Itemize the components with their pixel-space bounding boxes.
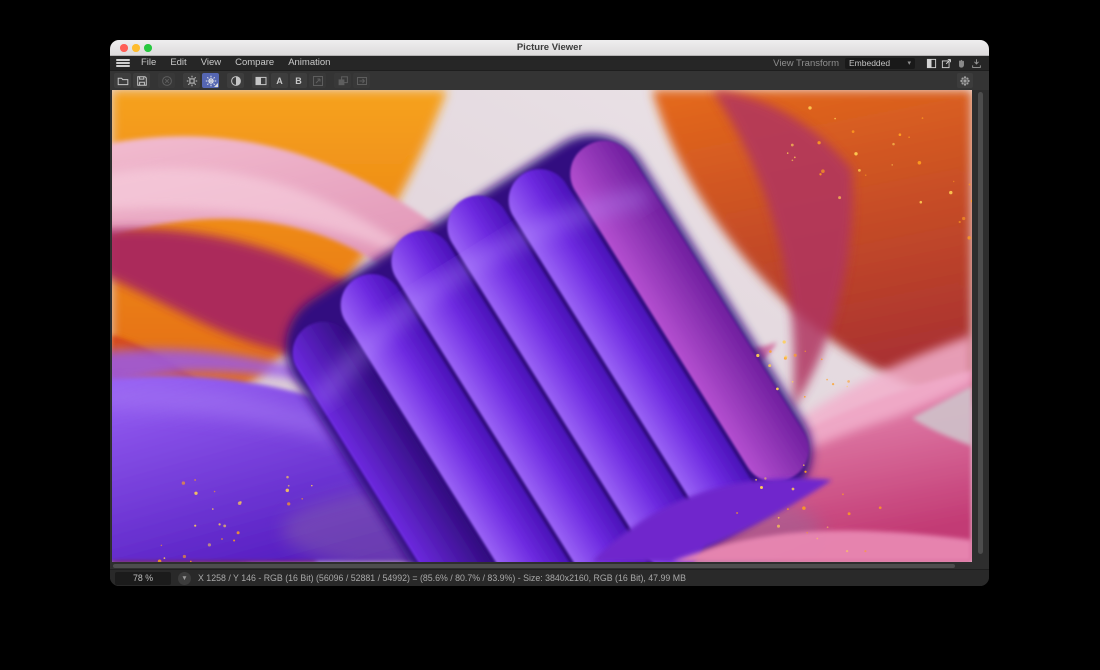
chevron-down-icon: ▾ — [907, 59, 911, 67]
ab-compare-button[interactable] — [252, 73, 269, 88]
menu-file[interactable]: File — [134, 56, 163, 70]
zoom-preset-dropdown[interactable]: ▼ — [178, 572, 191, 585]
dock-down-icon[interactable] — [970, 57, 983, 69]
traffic-lights — [120, 44, 152, 52]
horizontal-scrollbar-thumb[interactable] — [113, 564, 955, 568]
zoom-level-input[interactable]: 78 % — [115, 572, 171, 585]
rendered-image[interactable] — [112, 90, 972, 562]
hamburger-menu-icon[interactable] — [116, 58, 130, 68]
set-a-button[interactable]: A — [271, 73, 288, 88]
delete-image-button[interactable] — [158, 73, 175, 88]
menubar: File Edit View Compare Animation View Tr… — [110, 56, 989, 70]
view-transform-label: View Transform — [773, 58, 839, 69]
horizontal-scrollbar[interactable] — [110, 562, 989, 569]
menu-animation[interactable]: Animation — [281, 56, 337, 70]
menu-compare[interactable]: Compare — [228, 56, 281, 70]
save-button[interactable] — [133, 73, 150, 88]
menu-edit[interactable]: Edit — [163, 56, 193, 70]
vertical-scrollbar[interactable] — [972, 90, 989, 562]
view-transform-value: Embedded — [849, 58, 907, 69]
palette-customize-icon[interactable] — [957, 73, 973, 88]
pan-hand-icon[interactable] — [955, 57, 968, 69]
close-window-button[interactable] — [120, 44, 128, 52]
toolbar: A B — [110, 70, 989, 90]
desktop: Picture Viewer File Edit View Compare An… — [0, 0, 1100, 670]
minimize-window-button[interactable] — [132, 44, 140, 52]
split-compare-icon[interactable] — [925, 57, 938, 69]
abstract-render-art — [112, 90, 972, 562]
titlebar[interactable]: Picture Viewer — [110, 40, 989, 56]
render-settings-button[interactable] — [183, 73, 200, 88]
zoom-window-button[interactable] — [144, 44, 152, 52]
picture-viewer-window: Picture Viewer File Edit View Compare An… — [110, 40, 989, 586]
viewer-content — [110, 90, 989, 562]
vertical-scrollbar-thumb[interactable] — [978, 92, 983, 554]
window-title: Picture Viewer — [110, 40, 989, 55]
pixel-info-text: X 1258 / Y 146 - RGB (16 Bit) (56096 / 5… — [198, 573, 686, 583]
display-filter-button[interactable] — [202, 73, 219, 88]
open-external-icon[interactable] — [940, 57, 953, 69]
statusbar: 78 % ▼ X 1258 / Y 146 - RGB (16 Bit) (56… — [110, 569, 989, 586]
menu-view[interactable]: View — [194, 56, 228, 70]
view-transform-dropdown[interactable]: Embedded ▾ — [845, 58, 915, 69]
open-file-button[interactable] — [114, 73, 131, 88]
contrast-button[interactable] — [227, 73, 244, 88]
copy-image-button[interactable] — [334, 73, 351, 88]
export-image-button[interactable] — [353, 73, 370, 88]
swap-ab-button[interactable] — [309, 73, 326, 88]
set-b-button[interactable]: B — [290, 73, 307, 88]
